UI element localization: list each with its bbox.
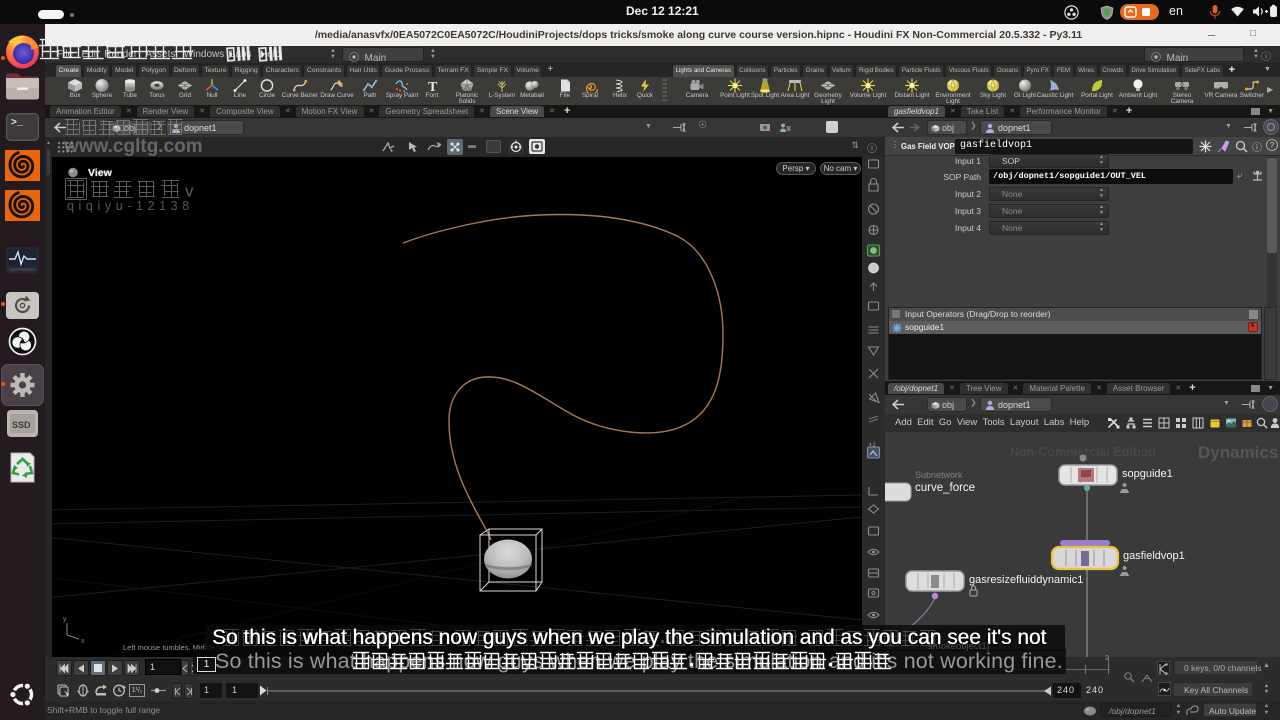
svg-text:x: x [81,638,85,645]
svg-text:y: y [63,616,67,623]
svg-text:>_: >_ [11,118,24,129]
svg-text:SSD: SSD [12,420,31,430]
